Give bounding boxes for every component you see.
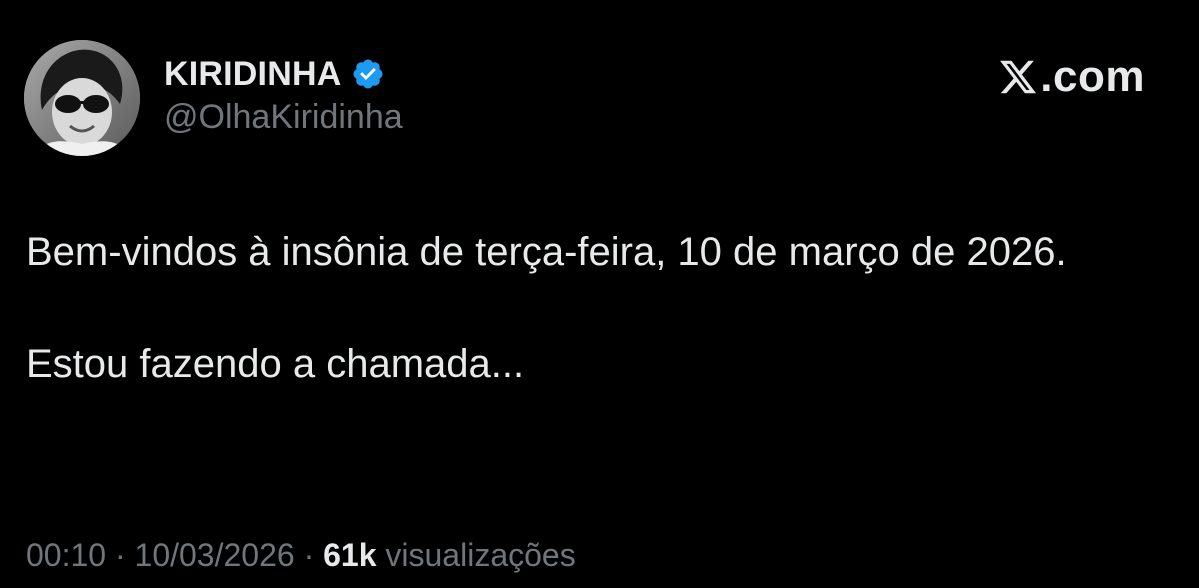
author-name-row: KIRIDINHA: [164, 52, 385, 96]
tweet-paragraph: Estou fazendo a chamada...: [26, 342, 525, 386]
tweet-date[interactable]: 10/03/2026: [135, 537, 295, 573]
meta-separator: ·: [303, 537, 315, 573]
tweet-text: Bem-vindos à insônia de terça-feira, 10 …: [26, 224, 1146, 392]
source-link[interactable]: .com: [997, 52, 1145, 102]
tweet-card: KIRIDINHA @OlhaKiridinha .com Bem-vindos…: [0, 0, 1199, 588]
avatar[interactable]: [24, 40, 140, 156]
tweet-paragraph: Bem-vindos à insônia de terça-feira, 10 …: [26, 230, 1067, 274]
views-label: visualizações: [385, 537, 576, 573]
x-logo-icon: [997, 57, 1039, 97]
tweet-meta: 00:10 · 10/03/2026 · 61k visualizações: [26, 537, 576, 574]
author-handle[interactable]: @OlhaKiridinha: [164, 98, 403, 137]
verified-badge-icon[interactable]: [351, 57, 385, 91]
avatar-photo-icon: [24, 40, 140, 156]
source-domain-text: .com: [1040, 52, 1145, 101]
display-name[interactable]: KIRIDINHA: [164, 55, 341, 94]
views-count: 61k: [323, 537, 377, 573]
meta-separator: ·: [114, 537, 126, 573]
tweet-time[interactable]: 00:10: [26, 537, 106, 573]
